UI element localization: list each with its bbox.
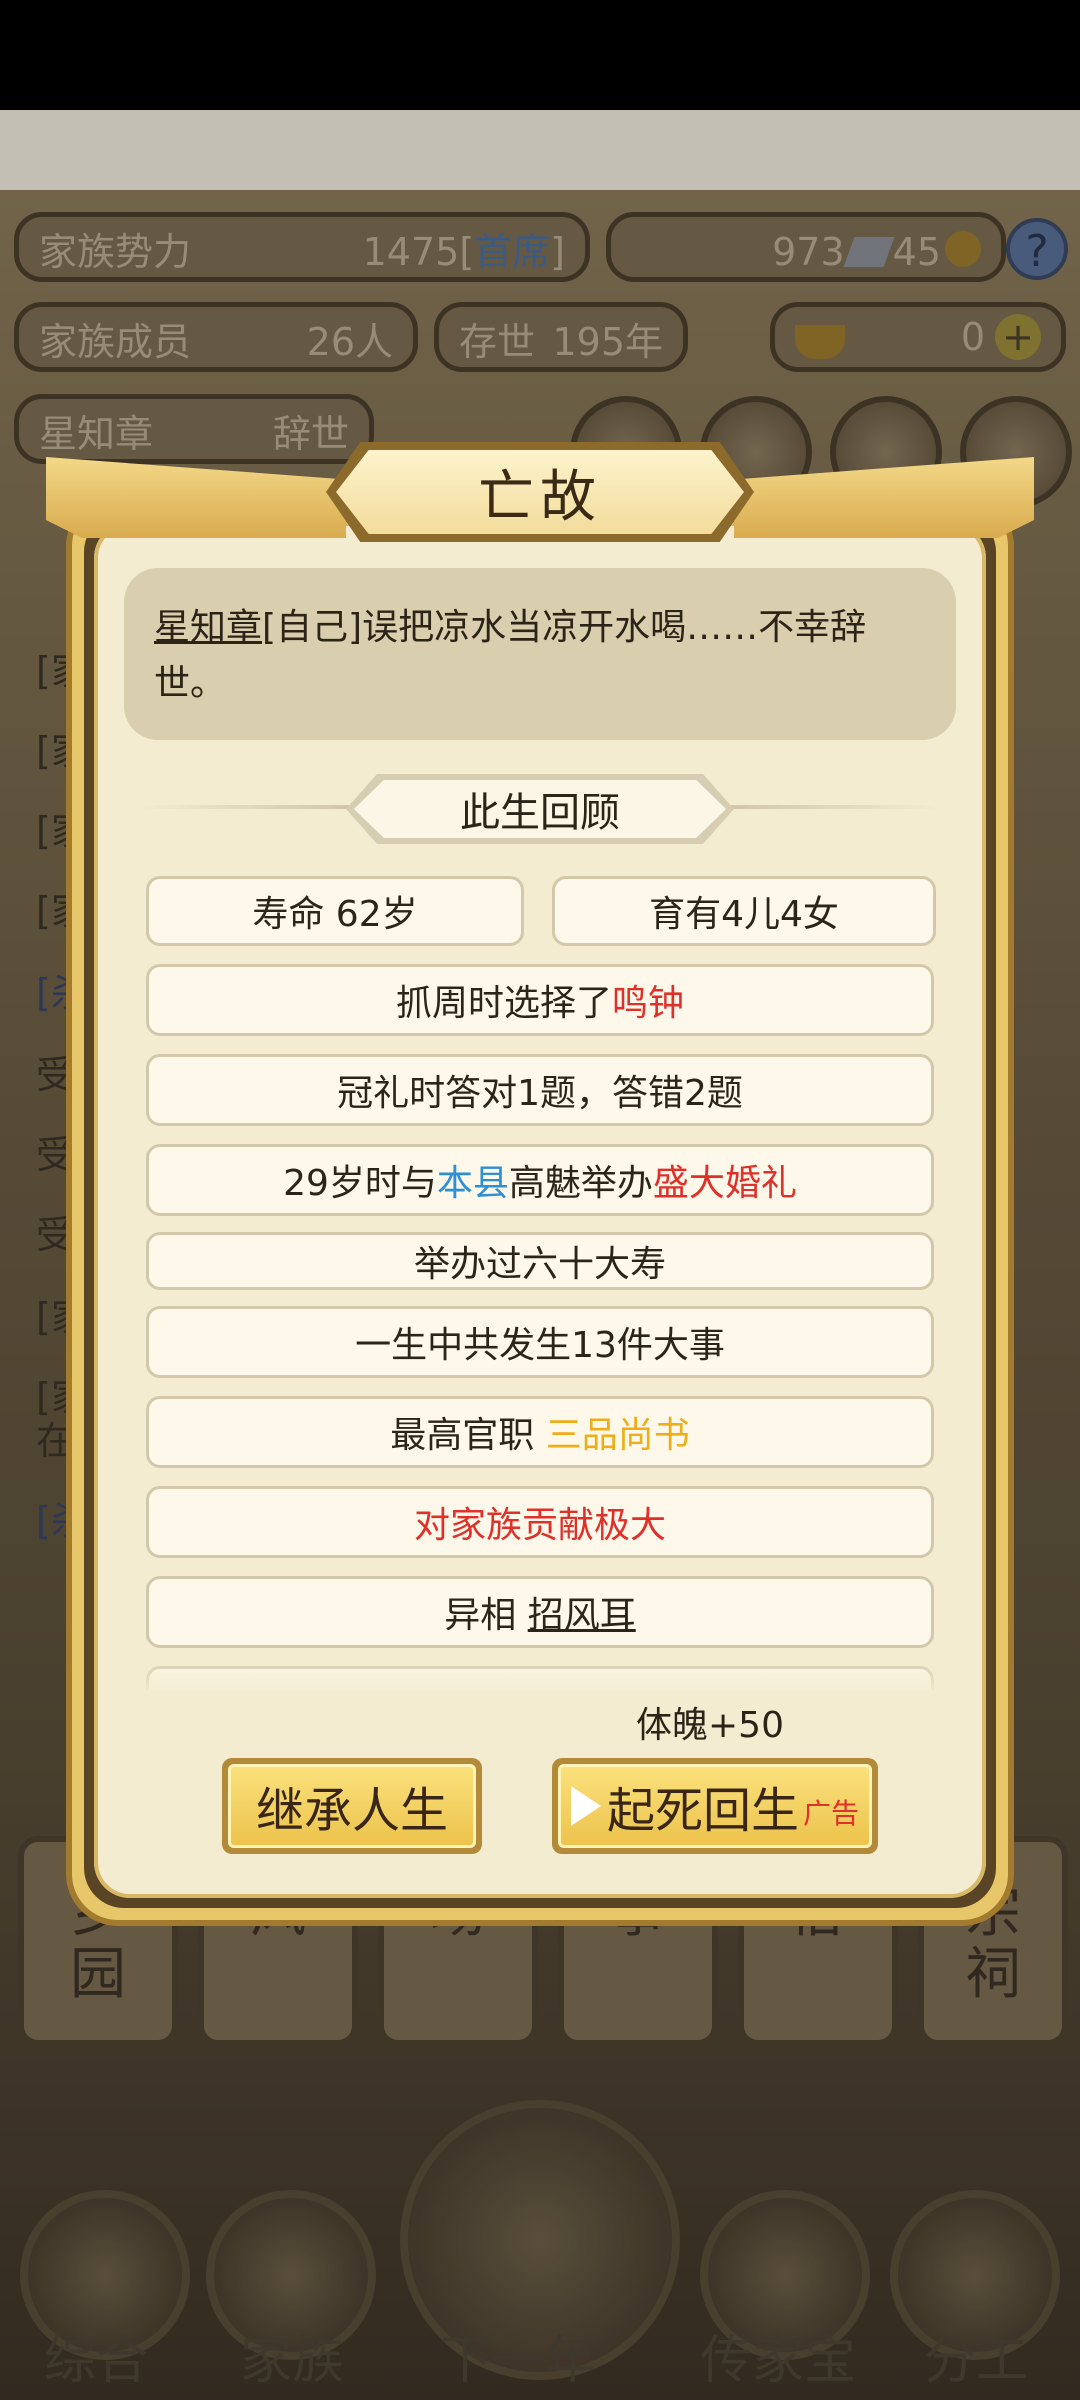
deceased-name-link[interactable]: 星知章 xyxy=(154,607,262,648)
list-fade xyxy=(146,1655,936,1695)
divider-right xyxy=(720,805,940,809)
guanli-row: 冠礼时答对1题，答错2题 xyxy=(146,1054,934,1126)
contribution-text: 对家族贡献极大 xyxy=(413,1505,666,1546)
office-prefix: 最高官职 xyxy=(390,1415,546,1456)
marriage-prefix: 29岁时与 xyxy=(283,1163,437,1204)
inherit-button-label: 继承人生 xyxy=(228,1764,476,1848)
marriage-row: 29岁时与 本县 高魅举办 盛大婚礼 xyxy=(146,1144,934,1216)
trait-prefix: 异相 xyxy=(444,1595,528,1636)
lifespan-row: 寿命 62岁 xyxy=(146,876,524,946)
office-row: 最高官职 三品尚书 xyxy=(146,1396,934,1468)
marriage-place: 本县 xyxy=(436,1163,509,1204)
zhuazhou-item: 鸣钟 xyxy=(612,983,685,1024)
life-review-list[interactable]: 寿命 62岁 育有4儿4女 抓周时选择了 鸣钟 冠礼时答对1题，答错2题 29岁时… xyxy=(146,870,936,1690)
revive-bonus: 体魄+50 xyxy=(636,1705,784,1746)
review-title: 此生回顾 xyxy=(354,780,726,838)
dialog-title: 亡故 xyxy=(336,450,744,534)
death-message: 星知章[自己]误把凉水当凉开水喝……不幸辞世。 xyxy=(124,568,956,740)
office-value: 三品尚书 xyxy=(545,1415,690,1456)
revive-ad-button[interactable]: 起死回生 广告 xyxy=(552,1758,878,1854)
play-icon xyxy=(570,1786,601,1826)
revive-button-face: 起死回生 广告 xyxy=(558,1764,872,1848)
contribution-row: 对家族贡献极大 xyxy=(146,1486,934,1558)
divider-left xyxy=(140,805,360,809)
marriage-mid: 高魅举办 xyxy=(508,1163,653,1204)
trait-row: 异相 招风耳 xyxy=(146,1576,934,1648)
revive-button-label: 起死回生 xyxy=(606,1783,799,1839)
lifespan-text: 寿命 62岁 xyxy=(252,894,418,935)
children-text: 育有4儿4女 xyxy=(649,894,839,935)
trait-value[interactable]: 招风耳 xyxy=(528,1586,636,1638)
marriage-type: 盛大婚礼 xyxy=(652,1163,797,1204)
birthday-row: 举办过六十大寿 xyxy=(146,1232,934,1290)
zhuazhou-row: 抓周时选择了 鸣钟 xyxy=(146,964,934,1036)
guanli-text: 冠礼时答对1题，答错2题 xyxy=(337,1073,743,1114)
zhuazhou-prefix: 抓周时选择了 xyxy=(395,983,612,1024)
birthday-text: 举办过六十大寿 xyxy=(413,1244,666,1285)
inherit-button[interactable]: 继承人生 xyxy=(222,1758,482,1854)
events-row: 一生中共发生13件大事 xyxy=(146,1306,934,1378)
ad-tag: 广告 xyxy=(803,1797,860,1830)
status-bar xyxy=(0,0,1080,110)
children-row: 育有4儿4女 xyxy=(552,876,936,946)
events-text: 一生中共发生13件大事 xyxy=(355,1325,725,1366)
